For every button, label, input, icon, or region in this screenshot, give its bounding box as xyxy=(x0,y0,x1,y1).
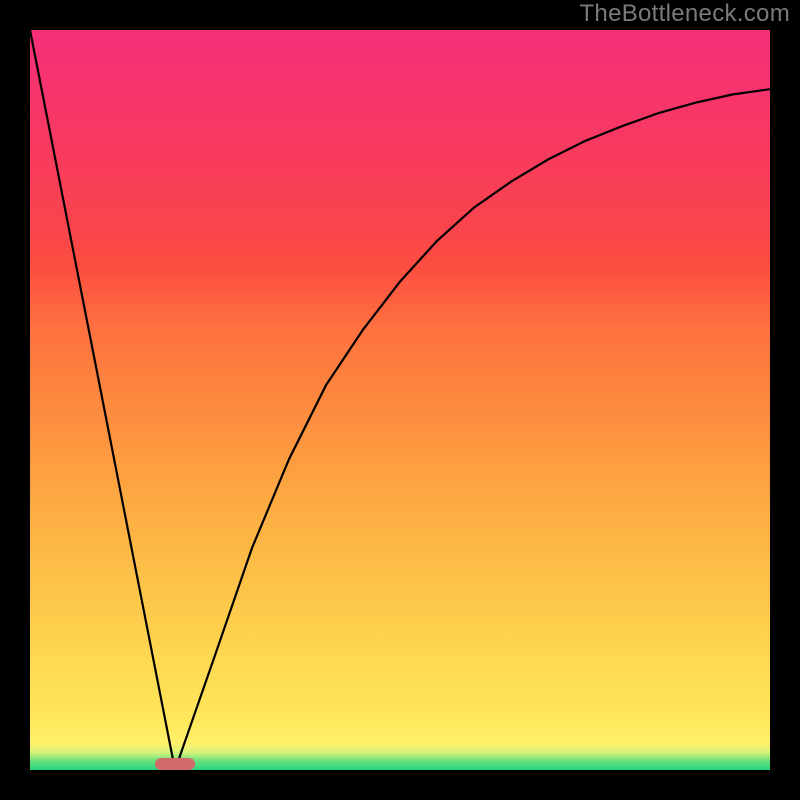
bottleneck-chart: TheBottleneck.com xyxy=(0,0,800,800)
chart-frame xyxy=(0,0,800,800)
watermark-text: TheBottleneck.com xyxy=(579,0,790,28)
